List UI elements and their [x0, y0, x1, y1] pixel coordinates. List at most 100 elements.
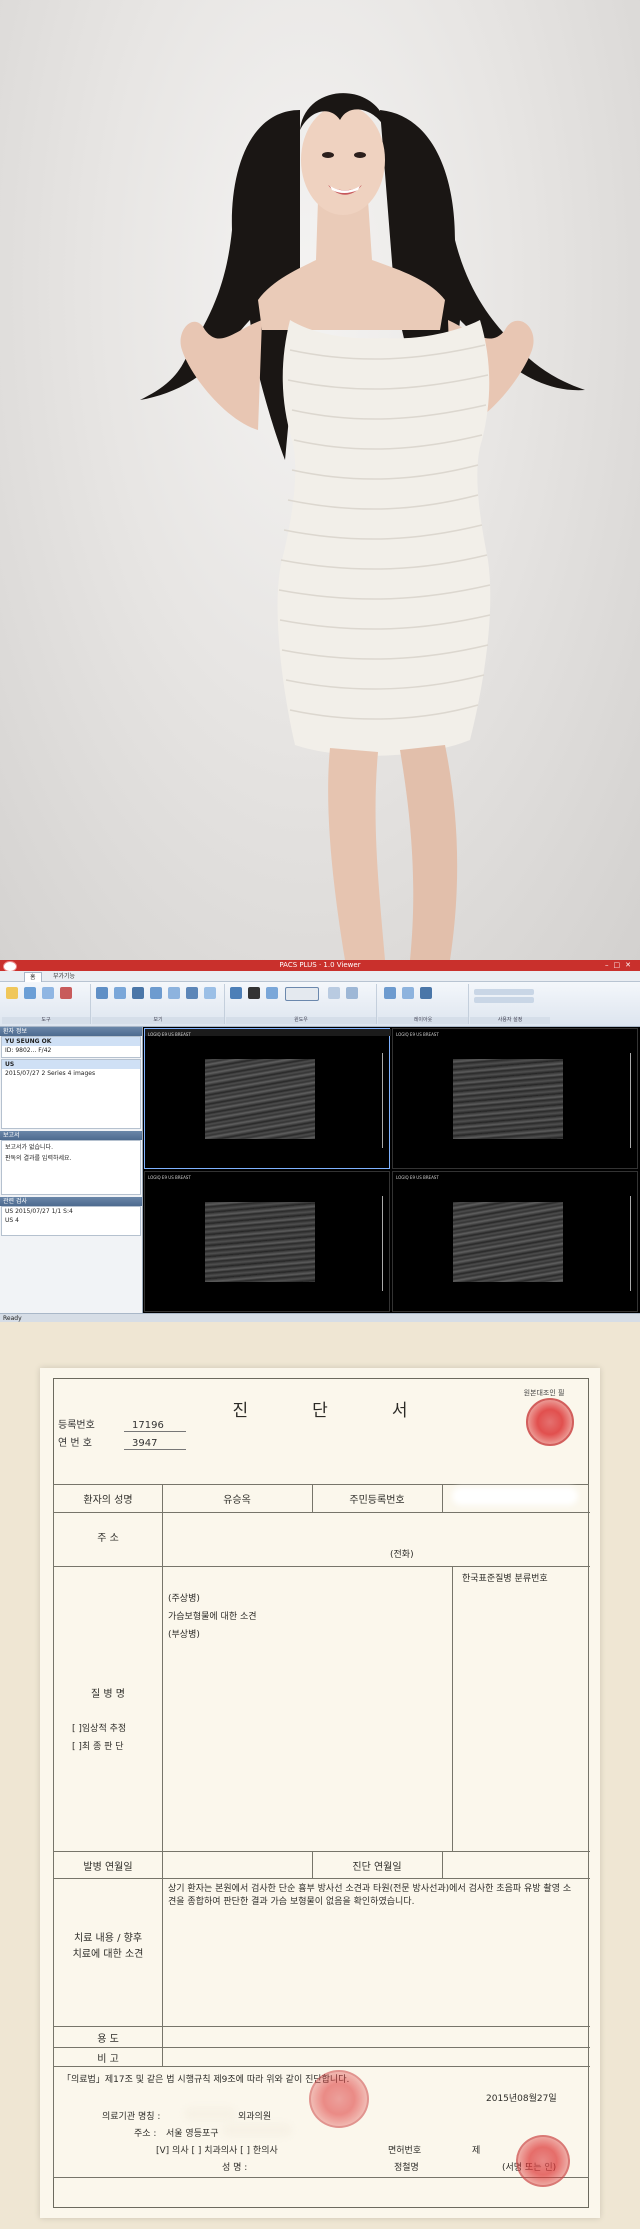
window-level-button[interactable]: [130, 987, 146, 1009]
invert-button[interactable]: [246, 987, 262, 1009]
ultrasound-image[interactable]: [453, 1059, 563, 1139]
pacs-viewer-window: PACS PLUS · 1.0 Viewer –□✕ 홈 부가기능 도구 보기: [0, 960, 640, 1322]
image-cell-3[interactable]: LOGIQ E9 US BREAST: [144, 1171, 390, 1312]
onset-label: 발병 연월일: [83, 1862, 133, 1873]
clinic-address-label: 주소 :: [134, 2129, 157, 2139]
window-titlebar: PACS PLUS · 1.0 Viewer –□✕: [0, 960, 640, 972]
patient-name[interactable]: YU SEUNG OK: [2, 1037, 140, 1046]
image-cell-2[interactable]: LOGIQ E9 US BREAST: [392, 1028, 638, 1169]
treatment-label: 치료에 대한 소견: [72, 1949, 144, 1960]
kcd-label: 한국표준질병 분류번호: [462, 1574, 548, 1584]
grid-icon: [346, 987, 358, 999]
cd-button[interactable]: [58, 987, 74, 1009]
ultrasound-image[interactable]: [453, 1202, 563, 1282]
final-judgement-checkbox: [ ]최 종 판 단: [72, 1742, 124, 1752]
preset-button[interactable]: [228, 987, 244, 1009]
fullscreen-button[interactable]: [418, 987, 434, 1009]
close-icon[interactable]: ✕: [625, 961, 636, 969]
divider: [312, 1485, 313, 1512]
measure-button[interactable]: [184, 987, 200, 1009]
divider: [162, 1485, 163, 1512]
patient-name-label: 환자의 성명: [83, 1495, 133, 1506]
ribbon-group-label: 레이아웃: [378, 1017, 468, 1024]
pan-button[interactable]: [112, 987, 128, 1009]
dx-date-label: 진단 연월일: [352, 1862, 402, 1873]
layout-4-button[interactable]: [344, 987, 360, 1009]
license-label: 면허번호: [388, 2146, 422, 2156]
flip-button[interactable]: [166, 987, 182, 1009]
patient-id: ID: 9802... F/42: [5, 1047, 52, 1054]
play-icon: [384, 987, 396, 999]
rotate-button[interactable]: [148, 987, 164, 1009]
ribbon-group-label: 윈도우: [226, 1017, 376, 1024]
compare-button[interactable]: [400, 987, 416, 1009]
annotate-button[interactable]: [202, 987, 218, 1009]
portrait-illustration: [140, 93, 585, 960]
image-cell-1[interactable]: LOGIQ E9 US BREAST: [144, 1028, 391, 1169]
title-char: 단: [312, 1401, 328, 1421]
address-label: 주 소: [97, 1533, 119, 1544]
divider: [442, 1851, 443, 1878]
export-button[interactable]: [22, 987, 38, 1009]
report-panel: 보고서가 없습니다. 판독의 결과를 입력하세요.: [1, 1140, 141, 1195]
ribbon-group-label: 도구: [2, 1017, 90, 1024]
image-info: LOGIQ E9 US BREAST: [148, 1032, 191, 1037]
usage-label: 용 도: [97, 2034, 119, 2045]
phone-label: (전화): [390, 1550, 414, 1560]
image-cell-4[interactable]: LOGIQ E9 US BREAST: [392, 1171, 638, 1312]
pencil-icon: [204, 987, 216, 999]
ruler-icon: [186, 987, 198, 999]
patient-panel: YU SEUNG OK ID: 9802... F/42: [1, 1036, 141, 1058]
study-row[interactable]: 2015/07/27 2 Series 4 images: [2, 1069, 140, 1078]
rotate-icon: [150, 987, 162, 999]
rrn-label: 주민등록번호: [349, 1495, 405, 1506]
related-panel: US 2015/07/27 1/1 S:4 US 4: [1, 1206, 141, 1236]
folder-icon: [6, 987, 18, 999]
diagnosis-document-photo: 진 단 서 원본대조인 필 등록번호 17196 연 번 호 3947 환자의 성명 유…: [0, 1322, 640, 2229]
zoom-button[interactable]: [94, 987, 110, 1009]
depth-ruler: [626, 1053, 631, 1148]
legal-statement: 「의료법」제17조 및 같은 법 시행규칙 제9조에 따라 위와 같이 진단합니…: [62, 2075, 350, 2085]
grid-icon: [328, 987, 340, 999]
fullscreen-icon: [420, 987, 432, 999]
related-panel-header[interactable]: 관련 검사: [0, 1197, 142, 1206]
settings-icon: [474, 997, 534, 1003]
clinic-name-suffix: 외과의원: [238, 2112, 272, 2122]
patient-panel-header[interactable]: 환자 정보: [0, 1027, 142, 1036]
contrast-icon: [132, 987, 144, 999]
minimize-icon[interactable]: –: [605, 961, 614, 969]
settings-button[interactable]: [474, 987, 544, 1009]
serial-number: 연 번 호 3947: [58, 1434, 186, 1450]
print-button[interactable]: [40, 987, 56, 1009]
treatment-label: 치료 내용 / 향후: [73, 1933, 143, 1944]
image-info: LOGIQ E9 US BREAST: [396, 1175, 439, 1180]
open-button[interactable]: [4, 987, 20, 1009]
related-study[interactable]: US 4: [2, 1216, 140, 1225]
related-study[interactable]: US 2015/07/27 1/1 S:4: [2, 1207, 140, 1216]
red-seal-icon: [526, 1398, 574, 1446]
ultrasound-image[interactable]: [205, 1202, 315, 1282]
tab-extra[interactable]: 부가기능: [48, 972, 80, 981]
title-char: 서: [391, 1401, 408, 1421]
copy-verification-stamp: 원본대조인 필: [502, 1388, 586, 1452]
disease-label: 질 병 명: [91, 1689, 125, 1700]
tab-home[interactable]: 홈: [24, 972, 42, 982]
report-line: 보고서가 없습니다.: [5, 1144, 53, 1151]
ultrasound-image[interactable]: [205, 1059, 315, 1139]
doctor-seal-icon: [516, 2135, 570, 2187]
layout-2-button[interactable]: [326, 987, 342, 1009]
report-panel-header[interactable]: 보고서: [0, 1131, 142, 1140]
ribbon-group-tools: 도구: [2, 984, 91, 1024]
sync-button[interactable]: [264, 987, 280, 1009]
ribbon-toolbar: 도구 보기 윈도우 레이아웃 사용자 설정: [0, 982, 640, 1027]
status-bar: Ready: [0, 1313, 640, 1322]
study-modality[interactable]: US: [2, 1060, 140, 1069]
copy-label: 원본대조인 필: [523, 1389, 565, 1397]
doctor-type-checkboxes: [V] 의사 [ ] 치과의사 [ ] 한의사: [156, 2146, 278, 2156]
layout-1-button[interactable]: [282, 987, 322, 1009]
main-dx-value: 가슴보형물에 대한 소견: [168, 1612, 257, 1622]
window-title: PACS PLUS · 1.0 Viewer: [279, 961, 361, 969]
image-info: LOGIQ E9 US BREAST: [396, 1032, 439, 1037]
cine-button[interactable]: [382, 987, 398, 1009]
maximize-icon[interactable]: □: [614, 961, 626, 969]
